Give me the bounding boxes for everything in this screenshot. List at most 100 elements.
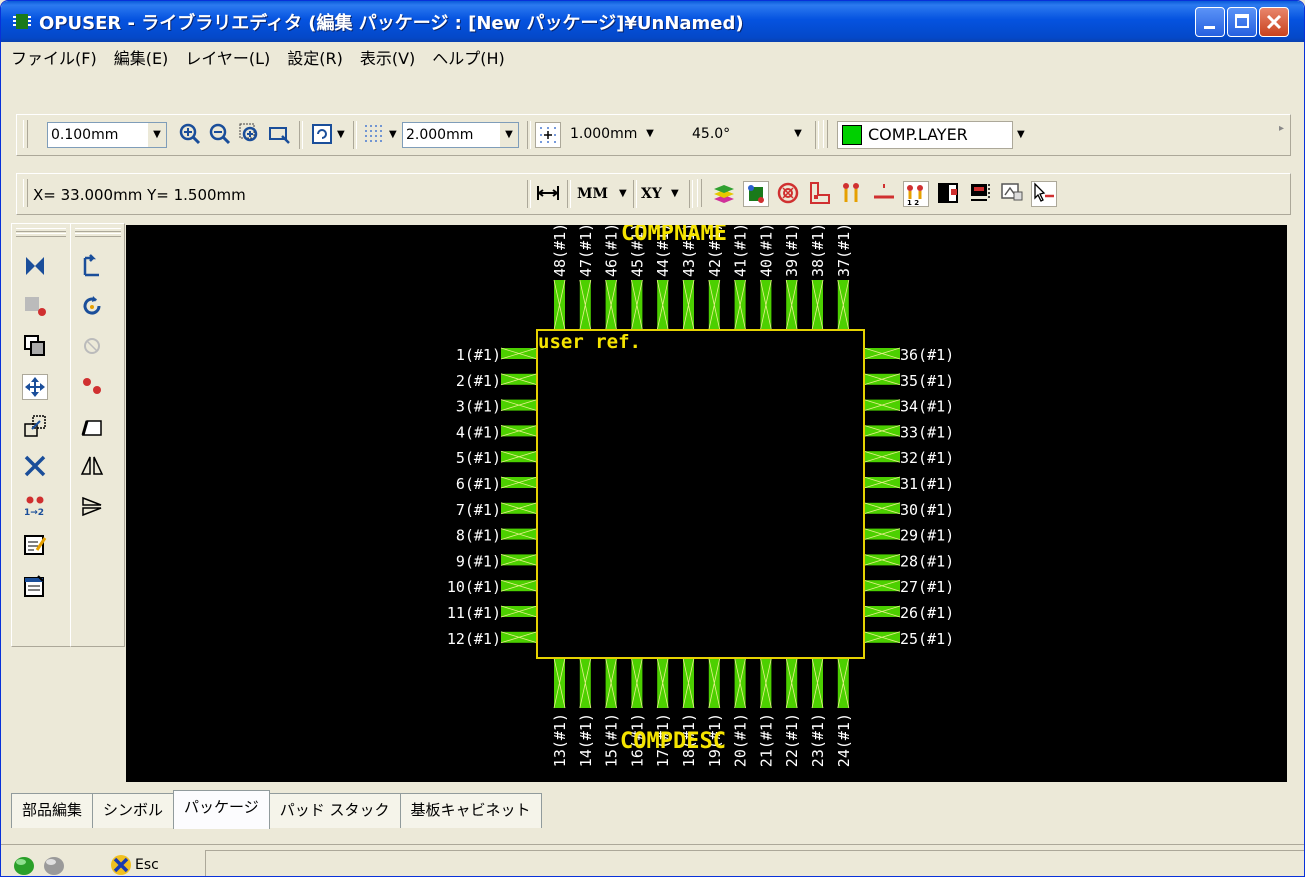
pin-label-top: 38(#1) <box>809 225 827 277</box>
tab-package[interactable]: パッケージ <box>173 790 270 829</box>
delete-icon[interactable] <box>22 454 48 480</box>
toolbar-grip[interactable] <box>16 233 66 237</box>
pin-label-left: 10(#1) <box>447 578 501 596</box>
toolbar-grip[interactable] <box>75 228 121 232</box>
menu-view[interactable]: 表示(V) <box>354 45 426 69</box>
zoom-window-icon[interactable] <box>237 122 263 148</box>
menu-layer[interactable]: レイヤー(L) <box>179 45 281 69</box>
grid-dots-icon[interactable] <box>361 122 387 148</box>
pin-label-top: 46(#1) <box>603 225 621 277</box>
menu-file[interactable]: ファイル(F) <box>5 45 108 69</box>
align-icon[interactable] <box>22 254 48 280</box>
layers-icon[interactable] <box>711 181 737 207</box>
tab-component[interactable]: 部品編集 <box>11 793 94 828</box>
zoom-fit-icon[interactable] <box>267 122 293 148</box>
pin-label-right: 34(#1) <box>900 398 954 416</box>
resize-icon[interactable] <box>22 414 48 440</box>
tab-board-cabinet[interactable]: 基板キャビネット <box>399 793 542 828</box>
toolbar-overflow-icon[interactable]: ▸ <box>1279 123 1284 134</box>
select-cursor-icon[interactable] <box>1031 181 1057 207</box>
close-button[interactable] <box>1259 7 1289 37</box>
pin-label-bottom: 14(#1) <box>577 713 595 767</box>
toolbar-grip[interactable] <box>697 179 702 207</box>
redraw-icon[interactable] <box>309 122 335 148</box>
chevron-down-icon[interactable]: ▼ <box>337 129 345 140</box>
toolbar-grip[interactable] <box>75 233 121 237</box>
component-color-icon[interactable] <box>743 181 769 207</box>
mirror-horizontal-icon[interactable] <box>79 454 105 480</box>
rotate-disabled-icon[interactable] <box>79 334 105 360</box>
chevron-down-icon[interactable]: ▼ <box>619 188 627 199</box>
mirror-vertical-icon[interactable] <box>79 494 105 520</box>
chevron-down-icon[interactable]: ▼ <box>389 129 397 140</box>
half-fill-icon[interactable] <box>935 181 961 207</box>
select-pad-icon[interactable] <box>22 294 48 320</box>
unit-selector[interactable]: MM <box>577 186 608 202</box>
component-name-label[interactable]: COMPNAME <box>621 225 727 246</box>
edit-properties-icon[interactable] <box>22 534 48 560</box>
properties-icon[interactable] <box>22 574 48 600</box>
toolbar-grip[interactable] <box>823 120 828 148</box>
angle-combo[interactable]: 45.0° ▼ <box>689 122 807 148</box>
pin-label-bottom: 22(#1) <box>783 713 801 767</box>
toolbar-grip[interactable] <box>16 228 66 232</box>
move-icon[interactable] <box>22 374 48 400</box>
pin-label-right: 28(#1) <box>900 552 954 570</box>
layer-color-swatch <box>842 125 862 145</box>
copy-icon[interactable] <box>22 334 48 360</box>
measure-icon[interactable] <box>535 181 561 207</box>
chevron-down-icon: ▼ <box>794 128 802 139</box>
add-pad-icon[interactable] <box>79 374 105 400</box>
undo-icon[interactable] <box>79 254 105 280</box>
menu-help[interactable]: ヘルプ(H) <box>426 45 516 69</box>
axis-selector[interactable]: XY <box>641 186 662 202</box>
edit-toolbar-left: 1→2 <box>11 223 70 647</box>
layer-combo[interactable]: COMP.LAYER <box>837 121 1013 149</box>
component-desc-label[interactable]: COMPDESC <box>620 729 726 754</box>
snap-combo[interactable]: 0.100mm ▼ <box>47 122 167 148</box>
outline-icon[interactable] <box>79 414 105 440</box>
pin-label-left: 12(#1) <box>447 630 501 648</box>
grid2-value: 1.000mm <box>570 126 638 142</box>
toolbar-grip[interactable] <box>23 120 28 148</box>
grid-combo[interactable]: 2.000mm ▼ <box>402 122 519 148</box>
menu-settings[interactable]: 設定(R) <box>281 45 354 69</box>
line-red-icon[interactable] <box>871 181 897 207</box>
toolbar-grip[interactable] <box>23 179 28 207</box>
zoom-in-icon[interactable] <box>177 122 203 148</box>
pin-label-top: 39(#1) <box>783 225 801 277</box>
zoom-out-icon[interactable] <box>207 122 233 148</box>
toolbar-separator <box>567 180 571 208</box>
pin-label-left: 2(#1) <box>456 372 501 390</box>
component-outline-icon[interactable] <box>967 181 993 207</box>
pin-number-icon[interactable] <box>839 181 865 207</box>
status-divider <box>1 844 1304 845</box>
pin-label-bottom: 23(#1) <box>809 713 827 767</box>
pin-label-left: 5(#1) <box>456 449 501 467</box>
renumber-icon[interactable]: 1→2 <box>22 494 48 520</box>
pin-label-right: 32(#1) <box>900 449 954 467</box>
rotate-icon[interactable] <box>79 294 105 320</box>
tab-symbol[interactable]: シンボル <box>92 793 175 828</box>
snap-grid-icon[interactable] <box>535 122 561 148</box>
menu-edit[interactable]: 編集(E) <box>108 45 180 69</box>
display-toggle-icon[interactable] <box>999 181 1025 207</box>
pin-order-icon[interactable]: 1 2 <box>903 181 929 207</box>
grid2-combo[interactable]: 1.000mm ▼ <box>567 122 687 148</box>
package-outline[interactable] <box>536 329 865 659</box>
minimize-button[interactable] <box>1195 7 1225 37</box>
drawing-canvas[interactable]: 1(#1) 2(#1) 3(#1) 4(#1) 5(#1) 6(#1) 7(#1) 8(#1)… <box>126 225 1287 782</box>
chevron-down-icon[interactable]: ▼ <box>1017 129 1025 140</box>
maximize-button[interactable] <box>1227 7 1257 37</box>
chevron-down-icon[interactable]: ▼ <box>671 188 679 199</box>
pin-label-left: 9(#1) <box>456 552 501 570</box>
tab-padstack[interactable]: パッド スタック <box>268 793 401 828</box>
title-bar[interactable]: OPUSER - ライブラリエディタ (編集 パッケージ : [New パッケー… <box>1 1 1304 42</box>
reference-label[interactable]: user ref. <box>538 331 641 353</box>
pin-label-left: 7(#1) <box>456 501 501 519</box>
esc-button[interactable]: Esc <box>109 852 159 876</box>
pad-shape-icon[interactable] <box>807 181 833 207</box>
target-pad-icon[interactable] <box>775 181 801 207</box>
pin-label-bottom: 24(#1) <box>835 713 853 767</box>
package-drawing: 1(#1) 2(#1) 3(#1) 4(#1) 5(#1) 6(#1) 7(#1) 8(#1)… <box>447 225 954 767</box>
